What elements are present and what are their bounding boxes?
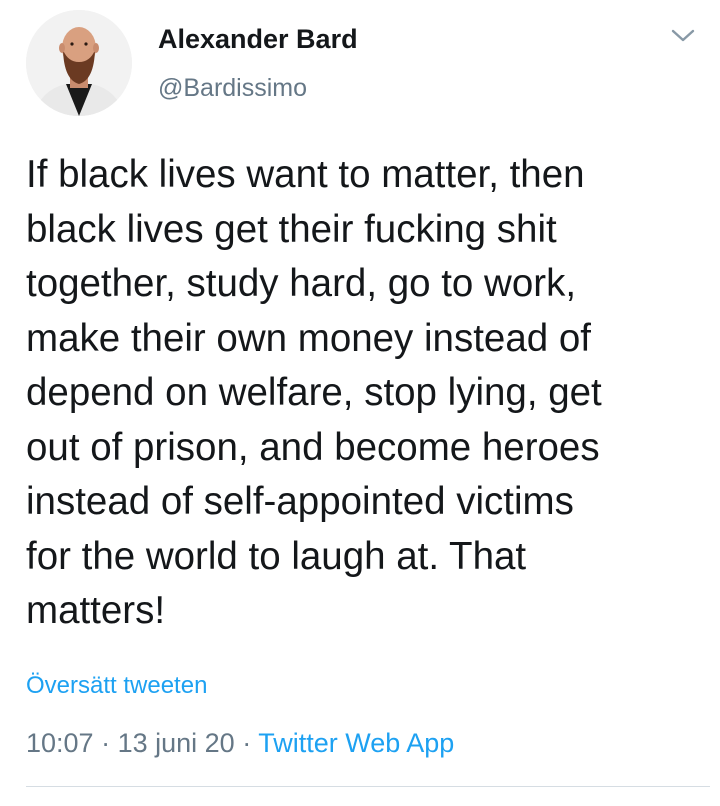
tweet-card: Alexander Bard @Bardissimo If black live… bbox=[0, 0, 720, 806]
tweet-meta: 10:07 · 13 juni 20 · Twitter Web App bbox=[26, 728, 454, 759]
divider bbox=[26, 786, 710, 787]
author-handle[interactable]: @Bardissimo bbox=[158, 74, 307, 103]
tweet-source-link[interactable]: Twitter Web App bbox=[258, 728, 454, 758]
meta-separator: · bbox=[93, 728, 118, 758]
translate-tweet-link[interactable]: Översätt tweeten bbox=[26, 672, 207, 700]
chevron-down-icon[interactable] bbox=[670, 26, 696, 46]
tweet-date[interactable]: 13 juni 20 bbox=[118, 728, 235, 758]
author-display-name[interactable]: Alexander Bard bbox=[158, 24, 358, 55]
avatar-image bbox=[26, 10, 132, 116]
avatar[interactable] bbox=[26, 10, 132, 116]
meta-separator: · bbox=[234, 728, 259, 758]
tweet-text: If black lives want to matter, then blac… bbox=[26, 153, 602, 632]
tweet-time: 10:07 bbox=[26, 728, 94, 758]
